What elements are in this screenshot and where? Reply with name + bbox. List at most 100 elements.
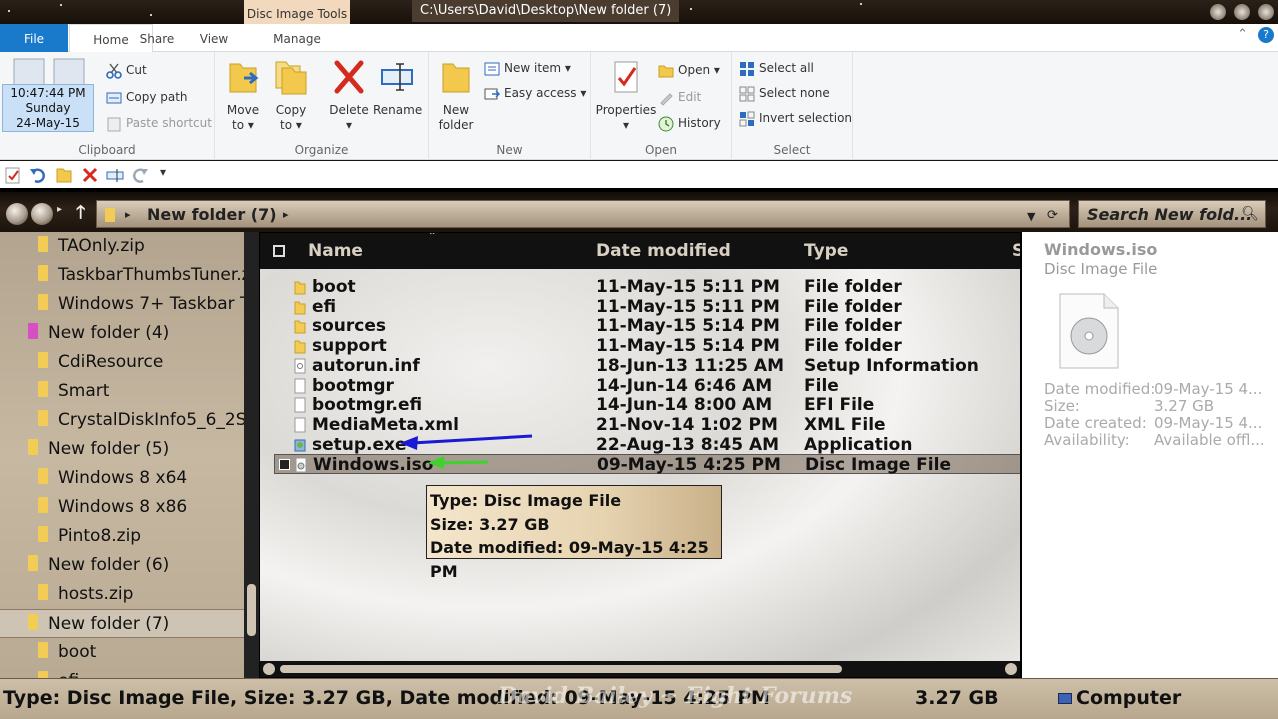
- delete-icon[interactable]: [81, 166, 99, 184]
- nav-item[interactable]: boot: [0, 638, 244, 667]
- tab-share[interactable]: Share: [134, 24, 180, 52]
- easy-access-button[interactable]: Easy access ▾: [484, 83, 586, 103]
- delete-button[interactable]: Delete ▾: [328, 58, 370, 133]
- table-row[interactable]: bootmgr.efi 14-Jun-14 8:00 AM EFI File: [274, 395, 1020, 415]
- clipboard-group: 10:47:44 PM Sunday 24-May-15 Cut Copy pa…: [0, 52, 215, 160]
- copy-path-icon: [106, 92, 122, 103]
- breadcrumb-separator-icon[interactable]: ▸: [125, 208, 131, 221]
- search-input[interactable]: Search New fold... 🔍︎: [1078, 200, 1266, 228]
- file-name: Windows.iso: [313, 455, 434, 476]
- search-icon[interactable]: 🔍︎: [1241, 206, 1259, 222]
- nav-item[interactable]: Windows 8 x64: [0, 464, 244, 493]
- invert-selection-button[interactable]: Invert selection: [739, 108, 852, 128]
- table-row[interactable]: MediaMeta.xml 21-Nov-14 1:02 PM XML File: [274, 415, 1020, 435]
- nav-item[interactable]: Windows 8 x86: [0, 493, 244, 522]
- new-item-button[interactable]: New item ▾: [484, 58, 571, 78]
- copy-to-button[interactable]: Copy to ▾: [271, 58, 311, 133]
- copy-path-button[interactable]: Copy path: [106, 87, 188, 107]
- new-folder-icon[interactable]: [55, 166, 73, 184]
- window-title: C:\Users\David\Desktop\New folder (7): [412, 0, 680, 22]
- forward-button[interactable]: [31, 203, 53, 225]
- nav-item[interactable]: New folder (5): [0, 435, 244, 464]
- nav-scrollbar-thumb[interactable]: [247, 584, 256, 636]
- navigation-pane[interactable]: TAOnly.zip TaskbarThumbsTuner.zip Windows …: [0, 232, 244, 678]
- recent-locations-icon[interactable]: ▸: [57, 204, 62, 215]
- decor: [8, 10, 10, 12]
- breadcrumb-separator-icon[interactable]: ▸: [283, 208, 289, 221]
- horizontal-scrollbar-thumb[interactable]: [280, 665, 842, 673]
- open-button[interactable]: Open ▾: [658, 60, 720, 80]
- close-button[interactable]: [1258, 4, 1274, 20]
- nav-item[interactable]: CdiResource: [0, 348, 244, 377]
- row-checkbox[interactable]: [279, 459, 290, 471]
- nav-item[interactable]: hosts.zip: [0, 580, 244, 609]
- address-bar[interactable]: ▸ New folder (7) ▸ ▼ ⟳: [96, 200, 1070, 228]
- nav-item[interactable]: Pinto8.zip: [0, 522, 244, 551]
- nav-item[interactable]: New folder (7): [0, 609, 244, 638]
- tab-file[interactable]: File: [0, 24, 68, 52]
- redo-icon[interactable]: [131, 166, 149, 184]
- back-button[interactable]: [6, 203, 28, 225]
- select-none-button[interactable]: Select none: [739, 83, 830, 103]
- cut-button[interactable]: Cut: [106, 60, 147, 80]
- address-dropdown-icon[interactable]: ▼: [1027, 210, 1035, 223]
- nav-item[interactable]: Smart: [0, 377, 244, 406]
- tab-manage[interactable]: Manage: [244, 24, 350, 52]
- maximize-button[interactable]: [1234, 4, 1250, 20]
- tooltip-date: Date modified: 09-May-15 4:25 PM: [430, 538, 709, 581]
- nav-item[interactable]: CrystalDiskInfo5_6_2Shizuku: [0, 406, 244, 435]
- ribbon-minimize-icon[interactable]: ⌃: [1237, 27, 1248, 42]
- nav-item[interactable]: TaskbarThumbsTuner.zip: [0, 261, 244, 290]
- nav-item[interactable]: New folder (4): [0, 319, 244, 348]
- table-row[interactable]: support 11-May-15 5:14 PM File folder: [274, 336, 1020, 357]
- table-row[interactable]: boot 11-May-15 5:11 PM File folder: [274, 277, 1020, 297]
- undo-icon[interactable]: [29, 166, 47, 184]
- properties-icon[interactable]: [4, 166, 22, 184]
- column-type[interactable]: Type: [804, 233, 848, 269]
- table-row[interactable]: Windows.iso 09-May-15 4:25 PM Disc Image F…: [274, 454, 1020, 476]
- history-button[interactable]: History: [658, 113, 721, 133]
- refresh-icon[interactable]: ⟳: [1047, 208, 1058, 223]
- horizontal-scrollbar[interactable]: [260, 661, 1020, 677]
- table-row[interactable]: sources 11-May-15 5:14 PM File folder: [274, 316, 1020, 337]
- table-row[interactable]: efi 11-May-15 5:11 PM File folder: [274, 297, 1020, 317]
- file-date: 11-May-15 5:14 PM: [596, 336, 780, 357]
- up-arrow-icon[interactable]: 🡑: [76, 200, 85, 230]
- help-icon[interactable]: ?: [1258, 27, 1274, 43]
- properties-button[interactable]: Properties ▾: [595, 58, 657, 133]
- property-value: Available offl...: [1154, 431, 1265, 449]
- rename-icon[interactable]: [106, 166, 124, 184]
- nav-scrollbar[interactable]: [244, 232, 259, 678]
- new-folder-button[interactable]: New folder: [435, 58, 477, 133]
- scroll-right-button[interactable]: [1005, 663, 1017, 675]
- column-name[interactable]: Name: [308, 233, 363, 269]
- nav-item[interactable]: TAOnly.zip: [0, 232, 244, 261]
- select-all-button[interactable]: Select all: [739, 58, 814, 78]
- table-row[interactable]: autorun.inf 18-Jun-13 11:25 AM Setup Infor…: [274, 356, 1020, 376]
- file-date: 11-May-15 5:14 PM: [596, 316, 780, 337]
- nav-item[interactable]: New folder (6): [0, 551, 244, 580]
- minimize-button[interactable]: [1210, 4, 1226, 20]
- customize-qat-icon[interactable]: ▾: [160, 165, 166, 179]
- ribbon-tabs: File Home Share View Manage ⌃ ?: [0, 24, 1278, 53]
- scroll-left-button[interactable]: [263, 663, 275, 675]
- select-all-checkbox[interactable]: [273, 245, 285, 257]
- breadcrumb[interactable]: New folder (7): [147, 201, 277, 229]
- settings-file-icon: [294, 358, 306, 374]
- table-row[interactable]: setup.exe 22-Aug-13 8:45 AM Application: [274, 435, 1020, 455]
- tab-view[interactable]: View: [192, 24, 236, 52]
- window-controls: [1210, 0, 1274, 20]
- new-folder-label-2: folder: [438, 118, 474, 132]
- edit-button[interactable]: Edit: [658, 87, 701, 107]
- nav-item[interactable]: Windows 7+ Taskbar Tweaker: [0, 290, 244, 319]
- history-label: History: [678, 116, 721, 130]
- paste-shortcut-button[interactable]: Paste shortcut: [106, 113, 212, 133]
- column-size[interactable]: S: [1012, 233, 1020, 269]
- column-date-modified[interactable]: Date modified: [596, 233, 731, 269]
- table-row[interactable]: bootmgr 14-Jun-14 6:46 AM File: [274, 376, 1020, 396]
- file-list[interactable]: Name ⌃ Date modified Type S boot 11-May-1…: [259, 232, 1021, 678]
- move-to-button[interactable]: Move to ▾: [223, 58, 263, 133]
- rename-button[interactable]: Rename: [373, 58, 422, 118]
- nav-item[interactable]: efi: [0, 667, 244, 678]
- properties-label: Properties: [595, 103, 657, 117]
